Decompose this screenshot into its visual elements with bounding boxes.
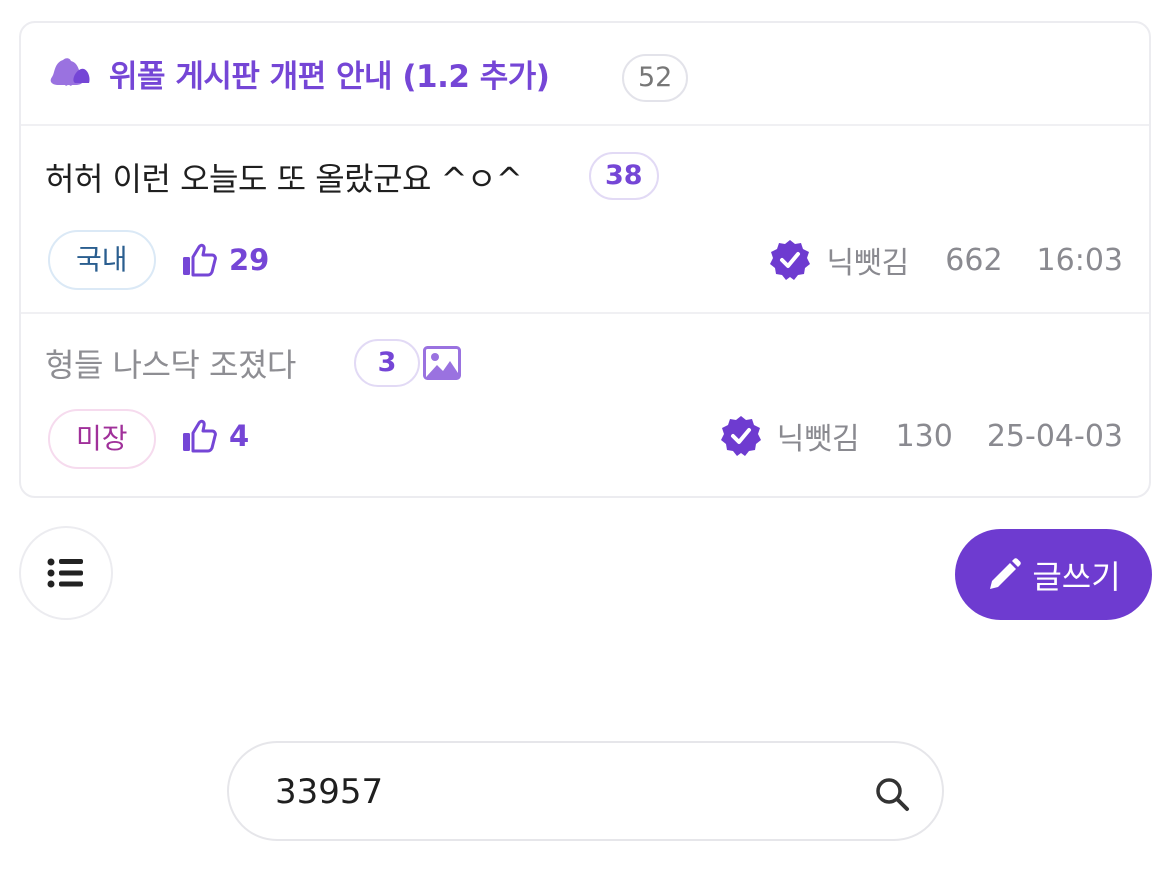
category-tag[interactable]: 국내 [48, 230, 156, 290]
thumbs-up-icon [183, 419, 217, 453]
write-button-label: 글쓰기 [1032, 557, 1121, 596]
pencil-icon [990, 557, 1022, 589]
list-view-button[interactable] [19, 526, 113, 620]
post-time: 25-04-03 [986, 418, 1123, 454]
post-time: 16:03 [1036, 242, 1123, 278]
search-bar [227, 741, 944, 841]
post-meta: 닉뺏김 130 25-04-03 [719, 414, 1123, 458]
list-item[interactable]: 형들 나스닥 조졌다 3 미장 4 닉뺏김 130 25-04-03 [21, 314, 1149, 498]
like-count-value: 29 [229, 243, 270, 277]
verified-badge-icon [720, 416, 761, 456]
author-name[interactable]: 닉뺏김 [777, 414, 860, 458]
notice-title[interactable]: 위폴 게시판 개편 안내 (1.2 추가) [109, 51, 550, 96]
list-item[interactable]: 허허 이런 오늘도 또 올랐군요 ^ㅇ^ 38 국내 29 닉뺏김 662 16… [21, 126, 1149, 314]
view-count: 130 [895, 418, 953, 454]
image-icon [423, 346, 461, 380]
like-count: 29 [181, 240, 269, 280]
search-icon[interactable] [874, 776, 910, 812]
post-title[interactable]: 허허 이런 오늘도 또 올랐군요 ^ㅇ^ [45, 154, 523, 200]
post-list-card: 위폴 게시판 개편 안내 (1.2 추가) 52 허허 이런 오늘도 또 올랐군… [19, 21, 1151, 498]
post-meta: 닉뺏김 662 16:03 [768, 238, 1123, 282]
notice-row[interactable]: 위폴 게시판 개편 안내 (1.2 추가) 52 [21, 23, 1149, 126]
like-count-value: 4 [229, 419, 250, 453]
comment-count-badge: 52 [622, 54, 689, 102]
verified-badge-icon [770, 240, 811, 280]
like-count: 4 [181, 416, 249, 456]
search-input[interactable] [275, 765, 835, 819]
write-post-button[interactable]: 글쓰기 [955, 529, 1152, 620]
category-tag[interactable]: 미장 [48, 409, 156, 469]
list-icon [47, 558, 83, 588]
author-name[interactable]: 닉뺏김 [826, 238, 909, 282]
post-title[interactable]: 형들 나스닥 조졌다 [45, 340, 296, 386]
bell-icon [50, 58, 90, 87]
view-count: 662 [945, 242, 1003, 278]
thumbs-up-icon [183, 243, 217, 277]
comment-count-badge: 3 [354, 339, 420, 387]
comment-count-badge: 38 [589, 152, 659, 200]
